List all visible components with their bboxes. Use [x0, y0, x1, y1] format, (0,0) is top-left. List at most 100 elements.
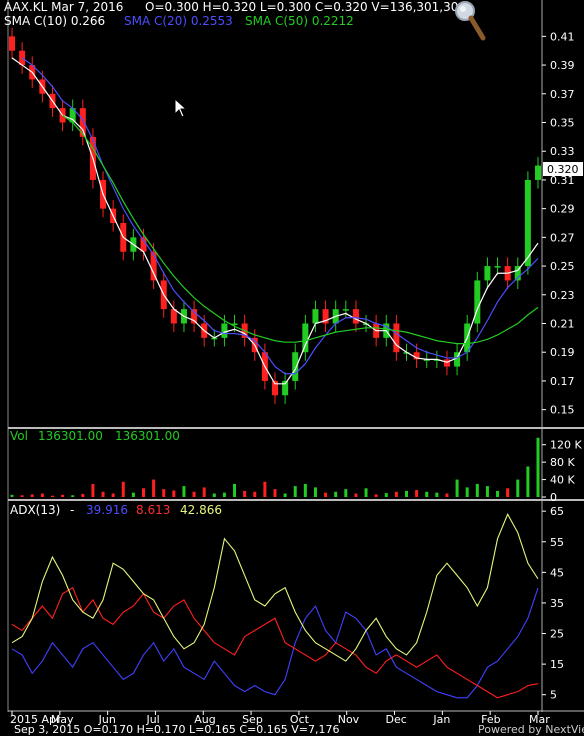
volume-bar — [445, 493, 449, 497]
volume-bar — [526, 466, 530, 497]
adx-panel — [11, 512, 539, 699]
magnifier-icon[interactable] — [452, 0, 486, 42]
volume-bar — [303, 483, 307, 497]
price-sma-lines — [11, 57, 539, 385]
adx-blue-value: 39.916 — [86, 503, 128, 517]
sma20-label: SMA C(20) 0.2553 — [124, 14, 233, 28]
volume-bar — [405, 490, 408, 497]
adx-tick-label: 55 — [550, 536, 564, 549]
candle-body — [302, 323, 309, 353]
price-tick-label: 0.21 — [550, 318, 575, 331]
sma10-label: SMA C(10) 0.266 — [4, 14, 106, 28]
volume-bar — [344, 489, 348, 497]
candle-body — [312, 309, 319, 324]
price-tick-label: 0.19 — [550, 346, 575, 359]
volume-bar — [81, 493, 85, 497]
price-tick-label: 0.33 — [550, 145, 575, 158]
sma-line — [11, 57, 539, 385]
volume-bar — [192, 491, 196, 497]
adx-tick-label: 15 — [550, 658, 564, 671]
volume-bar — [101, 491, 105, 497]
volume-bar — [212, 493, 216, 497]
last-price-value: 0.320 — [547, 163, 579, 176]
ohlcv-readout: O=0.300 H=0.320 L=0.300 C=0.320 V=136,30… — [145, 0, 467, 14]
volume-bar — [536, 437, 540, 497]
volume-bar — [334, 491, 338, 497]
price-tick-label: 0.17 — [550, 375, 575, 388]
candle-body — [352, 309, 359, 324]
volume-y-axis: 120 K 80 K 40 K 0 — [542, 439, 582, 504]
volume-value-1: 136301.00 — [38, 429, 103, 443]
nextview-watermark: Powered by NextView — [478, 723, 584, 736]
price-panel — [9, 27, 541, 404]
volume-bar — [435, 492, 439, 497]
volume-bar — [455, 479, 459, 497]
candle-body — [535, 165, 541, 180]
candle-body — [150, 251, 157, 281]
x-tick-label: Dec — [386, 713, 407, 726]
volume-bar — [111, 493, 115, 497]
adx-tick-label: 45 — [550, 566, 564, 579]
adx-yellow-value: 42.866 — [180, 503, 222, 517]
volume-tick-label: 80 K — [550, 456, 575, 469]
volume-tick-label: 40 K — [550, 474, 575, 487]
symbol-date-label: AAX.KL Mar 7, 2016 — [4, 0, 124, 14]
chart-svg: 0.410.390.370.350.330.310.290.270.250.23… — [7, 0, 584, 726]
sma-line — [21, 57, 539, 375]
last-price-label: 0.320 — [543, 162, 583, 176]
price-tick-label: 0.27 — [550, 231, 575, 244]
volume-tick-label: 0 — [550, 491, 557, 504]
sma-line — [62, 114, 539, 345]
adx-line — [11, 587, 539, 699]
volume-bar — [364, 488, 368, 497]
adx-dash: - — [70, 503, 75, 517]
volume-bar — [91, 483, 95, 497]
adx-tick-label: 5 — [550, 689, 557, 702]
candle-body — [443, 359, 450, 367]
volume-bar — [415, 490, 419, 497]
volume-bar — [273, 489, 277, 497]
volume-value-2: 136301.00 — [115, 429, 180, 443]
volume-bar — [354, 493, 358, 497]
price-tick-label: 0.35 — [550, 117, 575, 130]
volume-bars — [10, 437, 540, 497]
volume-bar — [20, 495, 24, 497]
price-tick-label: 0.29 — [550, 203, 575, 216]
adx-tick-label: 65 — [550, 505, 564, 518]
candle-body — [221, 323, 228, 338]
price-tick-label: 0.25 — [550, 260, 575, 273]
x-tick-label: Jan — [432, 713, 450, 726]
price-candles — [9, 27, 541, 404]
cursor-info-footer: Sep 3, 2015 O=0.170 H=0.170 L=0.165 C=0.… — [14, 723, 340, 736]
adx-line — [11, 586, 539, 699]
price-tick-label: 0.23 — [550, 289, 575, 302]
volume-bar — [425, 491, 429, 497]
volume-bar — [50, 495, 54, 497]
mouse-cursor-icon — [174, 98, 188, 118]
price-tick-label: 0.39 — [550, 59, 575, 72]
volume-bar — [142, 488, 145, 497]
adx-lines — [11, 512, 539, 699]
volume-bar — [182, 486, 186, 497]
price-y-axis: 0.410.390.370.350.330.310.290.270.250.23… — [542, 30, 575, 417]
volume-bar — [253, 491, 257, 497]
price-tick-label: 0.15 — [550, 404, 575, 417]
volume-bar — [233, 483, 237, 497]
adx-tick-label: 35 — [550, 597, 564, 610]
sma50-label: SMA C(50) 0.2212 — [245, 14, 354, 28]
volume-bar — [243, 490, 247, 497]
volume-bar — [131, 492, 135, 497]
volume-bar — [313, 487, 317, 497]
price-tick-label: 0.41 — [550, 30, 575, 43]
volume-bar — [40, 493, 44, 497]
candle-body — [9, 36, 15, 51]
volume-tick-label: 120 K — [550, 439, 582, 452]
volume-bar — [222, 492, 226, 497]
volume-bar — [283, 493, 287, 497]
volume-bar — [384, 493, 388, 497]
volume-bar — [324, 492, 328, 497]
candle-body — [524, 179, 531, 267]
volume-bar — [71, 495, 75, 497]
volume-bar — [506, 488, 510, 497]
volume-bar — [162, 489, 166, 497]
